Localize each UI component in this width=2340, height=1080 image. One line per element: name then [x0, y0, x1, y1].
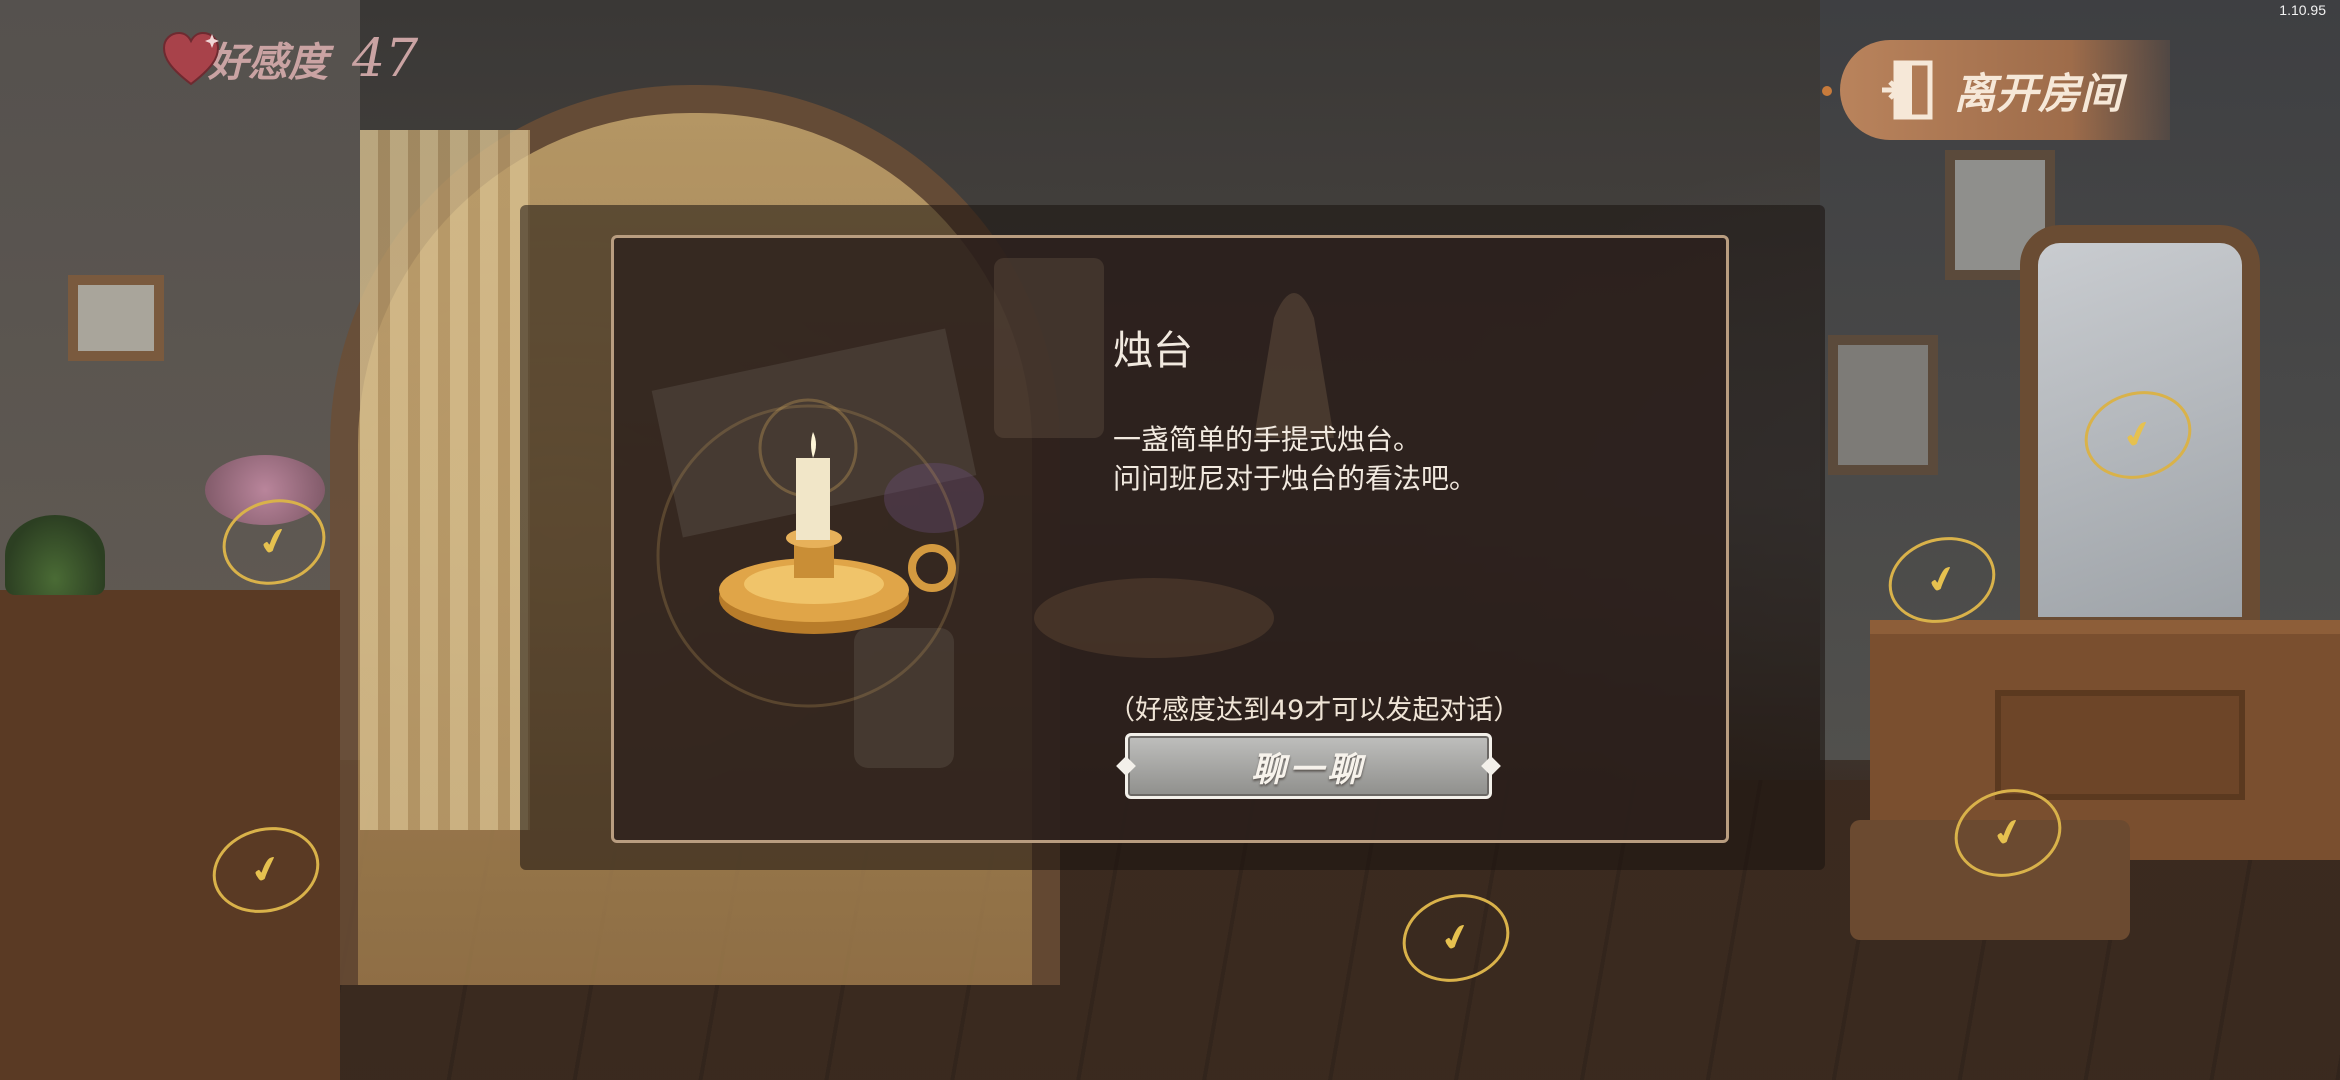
picture-frame [1828, 335, 1938, 475]
chat-button[interactable]: 聊一聊 [1116, 733, 1501, 799]
item-title: 烛台 [1113, 328, 1193, 374]
affinity-value: 47 [352, 29, 419, 89]
chat-button-label: 聊一聊 [1251, 749, 1366, 790]
leave-room-label: 离开房间 [1954, 68, 2123, 118]
heart-icon [160, 28, 222, 90]
dresser-drawer [1995, 690, 2245, 800]
leave-room-button[interactable]: 离开房间 [1840, 40, 2170, 140]
item-description: 一盏简单的手提式烛台。 问问班尼对于烛台的看法吧。 [1113, 420, 1477, 498]
door-exit-icon [1878, 57, 1944, 123]
item-description-line: 问问班尼对于烛台的看法吧。 [1113, 462, 1478, 495]
version-label: 1.10.95 [2279, 2, 2326, 18]
potted-plant [5, 515, 105, 595]
picture-frame [68, 275, 164, 361]
affinity-requirement-text: （好感度达到49才可以发起对话） [1108, 695, 1521, 726]
item-description-line: 一盏简单的手提式烛台。 [1113, 423, 1422, 456]
decorative-dot [1822, 86, 1832, 96]
affinity-display: 好感度 47 [160, 28, 418, 90]
affinity-label: 好感度 [208, 39, 328, 86]
curtain [360, 130, 530, 830]
